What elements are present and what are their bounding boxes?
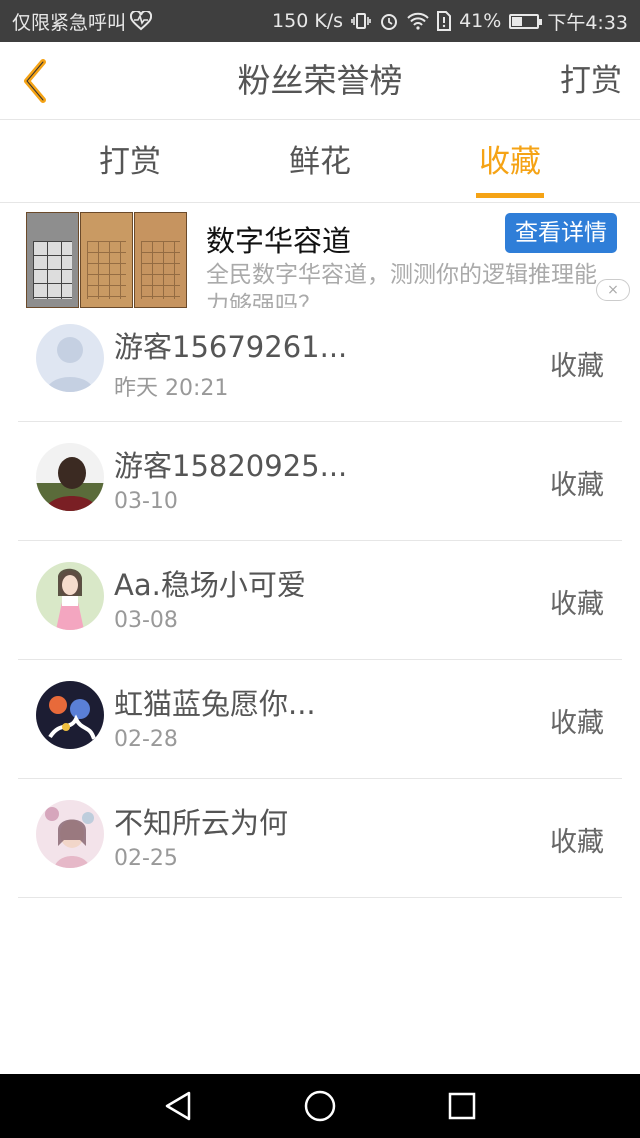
page-title: 粉丝荣誉榜 [237, 61, 403, 100]
list-item[interactable]: Aa.稳场小可爱 03-08 收藏 [18, 542, 622, 660]
heartbeat-icon [130, 11, 153, 31]
vibrate-icon [351, 11, 371, 31]
item-action-label: 收藏 [550, 708, 604, 739]
wifi-icon [407, 11, 429, 31]
back-button[interactable] [12, 56, 56, 106]
battery-percent: 41% [459, 10, 502, 32]
avatar[interactable] [36, 800, 104, 868]
triangle-back-icon [165, 1091, 191, 1121]
item-date: 03-08 [114, 608, 178, 633]
item-date: 02-25 [114, 846, 178, 871]
carrier-text: 仅限紧急呼叫 [12, 11, 127, 34]
user-name: 虹猫蓝兔愿你... [114, 687, 316, 721]
battery-icon [509, 13, 543, 29]
alarm-icon [379, 11, 399, 31]
tab-reward[interactable]: 打赏 [70, 121, 190, 203]
active-tab-indicator [476, 193, 544, 198]
status-bar: 仅限紧急呼叫 150 K/s 41% 下午4:33 [0, 0, 640, 42]
user-name: Aa.稳场小可爱 [114, 568, 306, 602]
reward-button[interactable]: 打赏 [560, 42, 622, 120]
user-name: 游客15679261... [114, 330, 348, 364]
user-name: 不知所云为何 [114, 806, 289, 840]
item-date: 03-10 [114, 489, 178, 514]
system-nav-bar [0, 1074, 640, 1138]
circle-home-icon [304, 1090, 336, 1122]
tab-bar: 打赏 鲜花 收藏 [0, 121, 640, 203]
item-date: 02-28 [114, 727, 178, 752]
sim-alert-icon [437, 11, 452, 31]
clock: 下午4:33 [547, 11, 628, 34]
network-speed: 150 K/s [272, 10, 344, 32]
tab-flowers[interactable]: 鲜花 [260, 121, 380, 203]
list-item[interactable]: 不知所云为何 02-25 收藏 [18, 780, 622, 898]
avatar[interactable] [36, 562, 104, 630]
item-date: 昨天 20:21 [114, 376, 229, 401]
item-action-label: 收藏 [550, 470, 604, 501]
ad-description: 全民数字华容道，测测你的逻辑推理能力够强吗？ [206, 262, 597, 308]
nav-back-button[interactable] [158, 1088, 198, 1124]
list-item[interactable]: 虹猫蓝兔愿你... 02-28 收藏 [18, 661, 622, 779]
ad-details-button[interactable]: 查看详情 [505, 213, 617, 253]
list-item[interactable]: 游客15820925... 03-10 收藏 [18, 423, 622, 541]
ad-title: 数字华容道 [206, 224, 352, 258]
nav-recents-button[interactable] [442, 1088, 482, 1124]
item-action-label: 收藏 [550, 827, 604, 858]
list-item[interactable]: 游客15679261... 昨天 20:21 收藏 [18, 304, 622, 422]
avatar[interactable] [36, 324, 104, 392]
square-recents-icon [448, 1092, 476, 1120]
item-action-label: 收藏 [550, 351, 604, 382]
avatar[interactable] [36, 443, 104, 511]
tab-favorites[interactable]: 收藏 [450, 121, 570, 203]
chevron-left-icon [24, 59, 46, 103]
header-bar: 粉丝荣誉榜 打赏 [0, 42, 640, 120]
user-name: 游客15820925... [114, 449, 348, 483]
close-icon[interactable]: × [596, 279, 630, 301]
item-action-label: 收藏 [550, 589, 604, 620]
ad-image [26, 212, 188, 308]
avatar[interactable] [36, 681, 104, 749]
nav-home-button[interactable] [300, 1088, 340, 1124]
